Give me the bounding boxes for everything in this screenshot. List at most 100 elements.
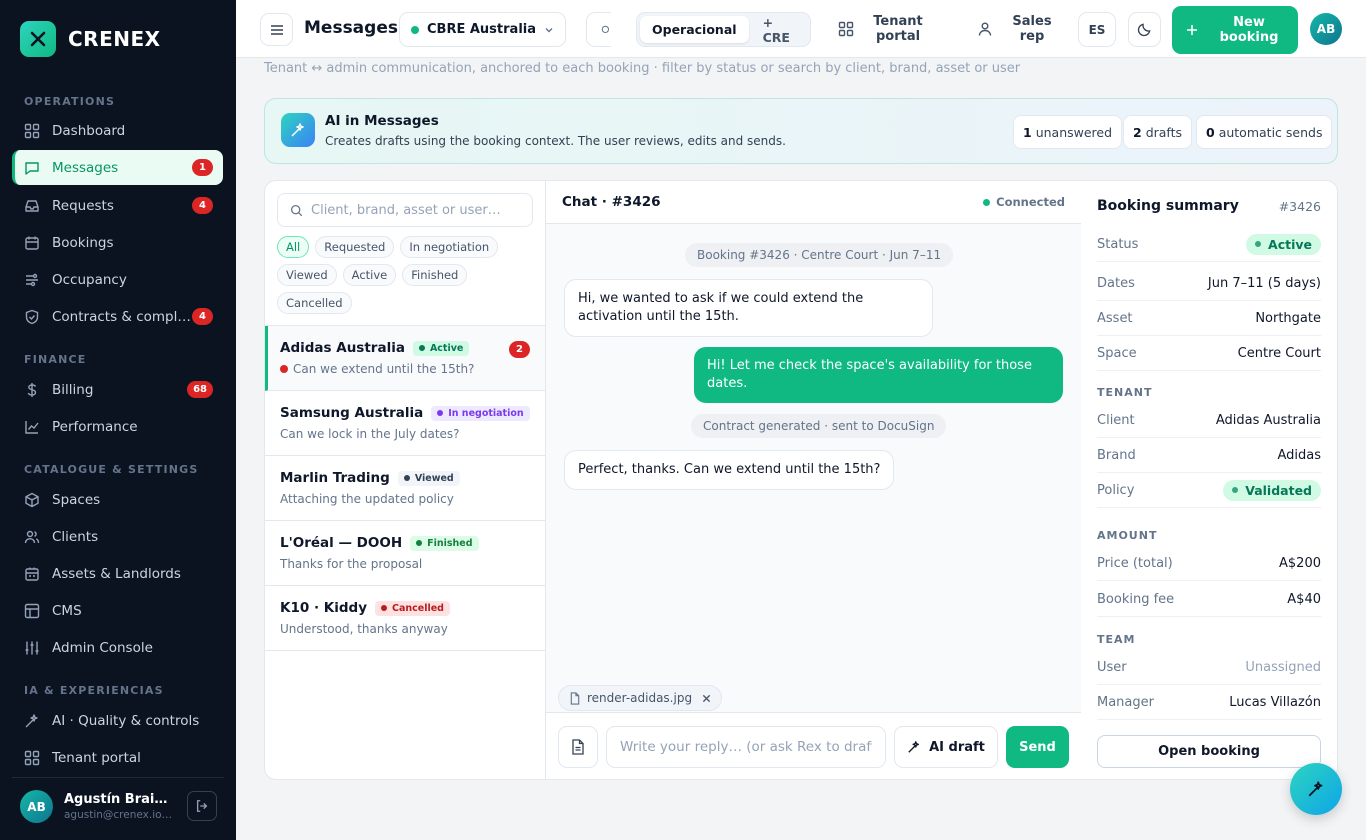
- search-button[interactable]: [586, 12, 611, 47]
- filter-viewed[interactable]: Viewed: [277, 264, 337, 286]
- send-button[interactable]: Send: [1006, 726, 1069, 768]
- sidebar-item-label: Messages: [52, 159, 119, 176]
- messages-panel: All Requested In negotiation Viewed Acti…: [264, 180, 1338, 780]
- sidebar-item-performance[interactable]: Performance: [12, 409, 223, 444]
- summary-row-asset: Asset Northgate: [1097, 301, 1321, 336]
- unread-dot: [280, 365, 288, 373]
- sidebar-item-ai-quality[interactable]: AI · Quality & controls: [12, 703, 223, 738]
- conversation-preview: Can we lock in the July dates?: [280, 427, 460, 441]
- sidebar-item-admin[interactable]: Admin Console: [12, 630, 223, 665]
- conversation-preview: Understood, thanks anyway: [280, 622, 448, 636]
- reply-input[interactable]: [606, 726, 886, 768]
- section-catalogue: CATALOGUE & SETTINGS: [24, 463, 199, 476]
- sidebar-item-spaces[interactable]: Spaces: [12, 482, 223, 517]
- ai-draft-button[interactable]: AI draft: [894, 726, 998, 768]
- tenant-portal-label: Tenant portal: [873, 14, 923, 44]
- sidebar-item-bookings[interactable]: Bookings: [12, 225, 223, 260]
- sidebar-item-label: Contracts & compl…: [52, 308, 191, 325]
- org-selector[interactable]: CBRE Australia: [399, 12, 566, 47]
- avatar[interactable]: AB: [20, 790, 53, 823]
- sidebar: CRENEX OPERATIONS FINANCE CATALOGUE & SE…: [0, 0, 236, 840]
- close-icon[interactable]: [702, 694, 711, 703]
- summary-row-status: Status Active: [1097, 227, 1321, 262]
- user-card: AB Agustín Braid… agustin@crenex.io…: [20, 790, 217, 823]
- sidebar-item-label: Dashboard: [52, 122, 126, 139]
- booking-id: #3426: [1278, 199, 1321, 214]
- list-item[interactable]: K10 · Kiddy Cancelled Understood, thanks …: [265, 586, 545, 651]
- conversation-name: Samsung Australia: [280, 405, 424, 421]
- conversation-preview: Can we extend until the 15th?: [293, 362, 475, 376]
- list-item[interactable]: L'Oréal — DOOH Finished Thanks for the pr…: [265, 521, 545, 586]
- logout-button[interactable]: [187, 791, 217, 821]
- menu-toggle-button[interactable]: [260, 13, 293, 46]
- dollar-icon: [27, 382, 37, 397]
- cube-icon: [25, 492, 39, 507]
- calendar-icon: [25, 236, 39, 250]
- sidebar-item-assets[interactable]: Assets & Landlords: [12, 556, 223, 591]
- sidebar-item-cms[interactable]: CMS: [12, 593, 223, 628]
- users-icon: [24, 530, 40, 543]
- new-booking-button[interactable]: New booking: [1172, 6, 1298, 54]
- system-message: Contract generated · sent to DocuSign: [691, 414, 947, 438]
- attach-file-button[interactable]: [558, 726, 598, 768]
- sidebar-item-label: Assets & Landlords: [52, 565, 181, 582]
- summary-title: Booking summary: [1097, 198, 1239, 214]
- sparkle-icon: [25, 713, 38, 727]
- sidebar-badge: 1: [192, 159, 213, 176]
- sidebar-item-label: Requests: [52, 197, 114, 214]
- filter-requested[interactable]: Requested: [315, 236, 395, 258]
- sidebar-item-messages[interactable]: Messages 1: [12, 150, 223, 185]
- sidebar-item-clients[interactable]: Clients: [12, 519, 223, 554]
- sidebar-item-dashboard[interactable]: Dashboard: [12, 113, 223, 148]
- section-operations: OPERATIONS: [24, 95, 116, 108]
- summary-row-brand: Brand Adidas: [1097, 438, 1321, 473]
- sidebar-item-tenant-portal[interactable]: Tenant portal: [12, 740, 223, 775]
- status-dot: [411, 25, 419, 34]
- sidebar-item-occupancy[interactable]: Occupancy: [12, 262, 223, 297]
- filter-finished[interactable]: Finished: [402, 264, 468, 286]
- status-badge: Viewed: [397, 470, 460, 486]
- status-badge: Finished: [410, 535, 479, 551]
- list-item[interactable]: Samsung Australia In negotiation Can we l…: [265, 391, 545, 456]
- language-button[interactable]: ES: [1078, 12, 1116, 47]
- summary-row-dates: Dates Jun 7–11 (5 days): [1097, 266, 1321, 301]
- new-booking-label: New booking: [1219, 15, 1279, 45]
- outgoing-message: Hi! Let me check the space's availabilit…: [694, 347, 1063, 403]
- chart-line-icon: [25, 420, 39, 434]
- theme-toggle-button[interactable]: [1128, 12, 1161, 47]
- filter-cancelled[interactable]: Cancelled: [277, 292, 352, 314]
- sales-rep-link[interactable]: Sales rep: [977, 14, 1077, 44]
- summary-row-policy: Policy Validated: [1097, 473, 1321, 508]
- occupancy-icon: [26, 273, 38, 286]
- sidebar-item-contracts[interactable]: Contracts & compl… 4: [12, 299, 223, 334]
- list-item[interactable]: Adidas Australia Active Can we extend unt…: [265, 326, 545, 391]
- ai-assistant-button[interactable]: [1290, 763, 1342, 815]
- tenant-portal-link[interactable]: Tenant portal: [838, 14, 958, 44]
- avatar[interactable]: AB: [1310, 13, 1342, 45]
- layout-icon: [24, 603, 40, 618]
- search-icon: [601, 25, 609, 33]
- attachment-name: render-adidas.jpg: [587, 691, 693, 705]
- conversation-name: Adidas Australia: [280, 340, 405, 356]
- brand-logo-icon: [20, 21, 56, 57]
- mode-operacional[interactable]: Operacional: [640, 16, 749, 43]
- grid-icon: [24, 750, 40, 765]
- filter-active[interactable]: Active: [342, 264, 397, 286]
- attachment-chip[interactable]: render-adidas.jpg: [558, 685, 723, 711]
- search-input[interactable]: [311, 202, 521, 218]
- sales-rep-label: Sales rep: [1012, 14, 1052, 44]
- list-item[interactable]: Marlin Trading Viewed Attaching the updat…: [265, 456, 545, 521]
- mode-cre[interactable]: + CRE: [749, 15, 807, 45]
- filter-in-negotiation[interactable]: In negotiation: [400, 236, 499, 258]
- user-email: agustin@crenex.io…: [64, 809, 173, 821]
- brand[interactable]: CRENEX: [20, 21, 161, 57]
- sidebar-divider: [12, 777, 224, 778]
- filter-all[interactable]: All: [277, 236, 310, 258]
- section-amount: AMOUNT: [1097, 529, 1158, 542]
- open-booking-button[interactable]: Open booking: [1097, 735, 1321, 768]
- summary-row-client: Client Adidas Australia: [1097, 403, 1321, 438]
- user-name: Agustín Braid…: [64, 792, 176, 807]
- sidebar-item-billing[interactable]: Billing 68: [12, 372, 223, 407]
- sparkle-icon: [908, 741, 920, 753]
- sidebar-item-requests[interactable]: Requests 4: [12, 188, 223, 223]
